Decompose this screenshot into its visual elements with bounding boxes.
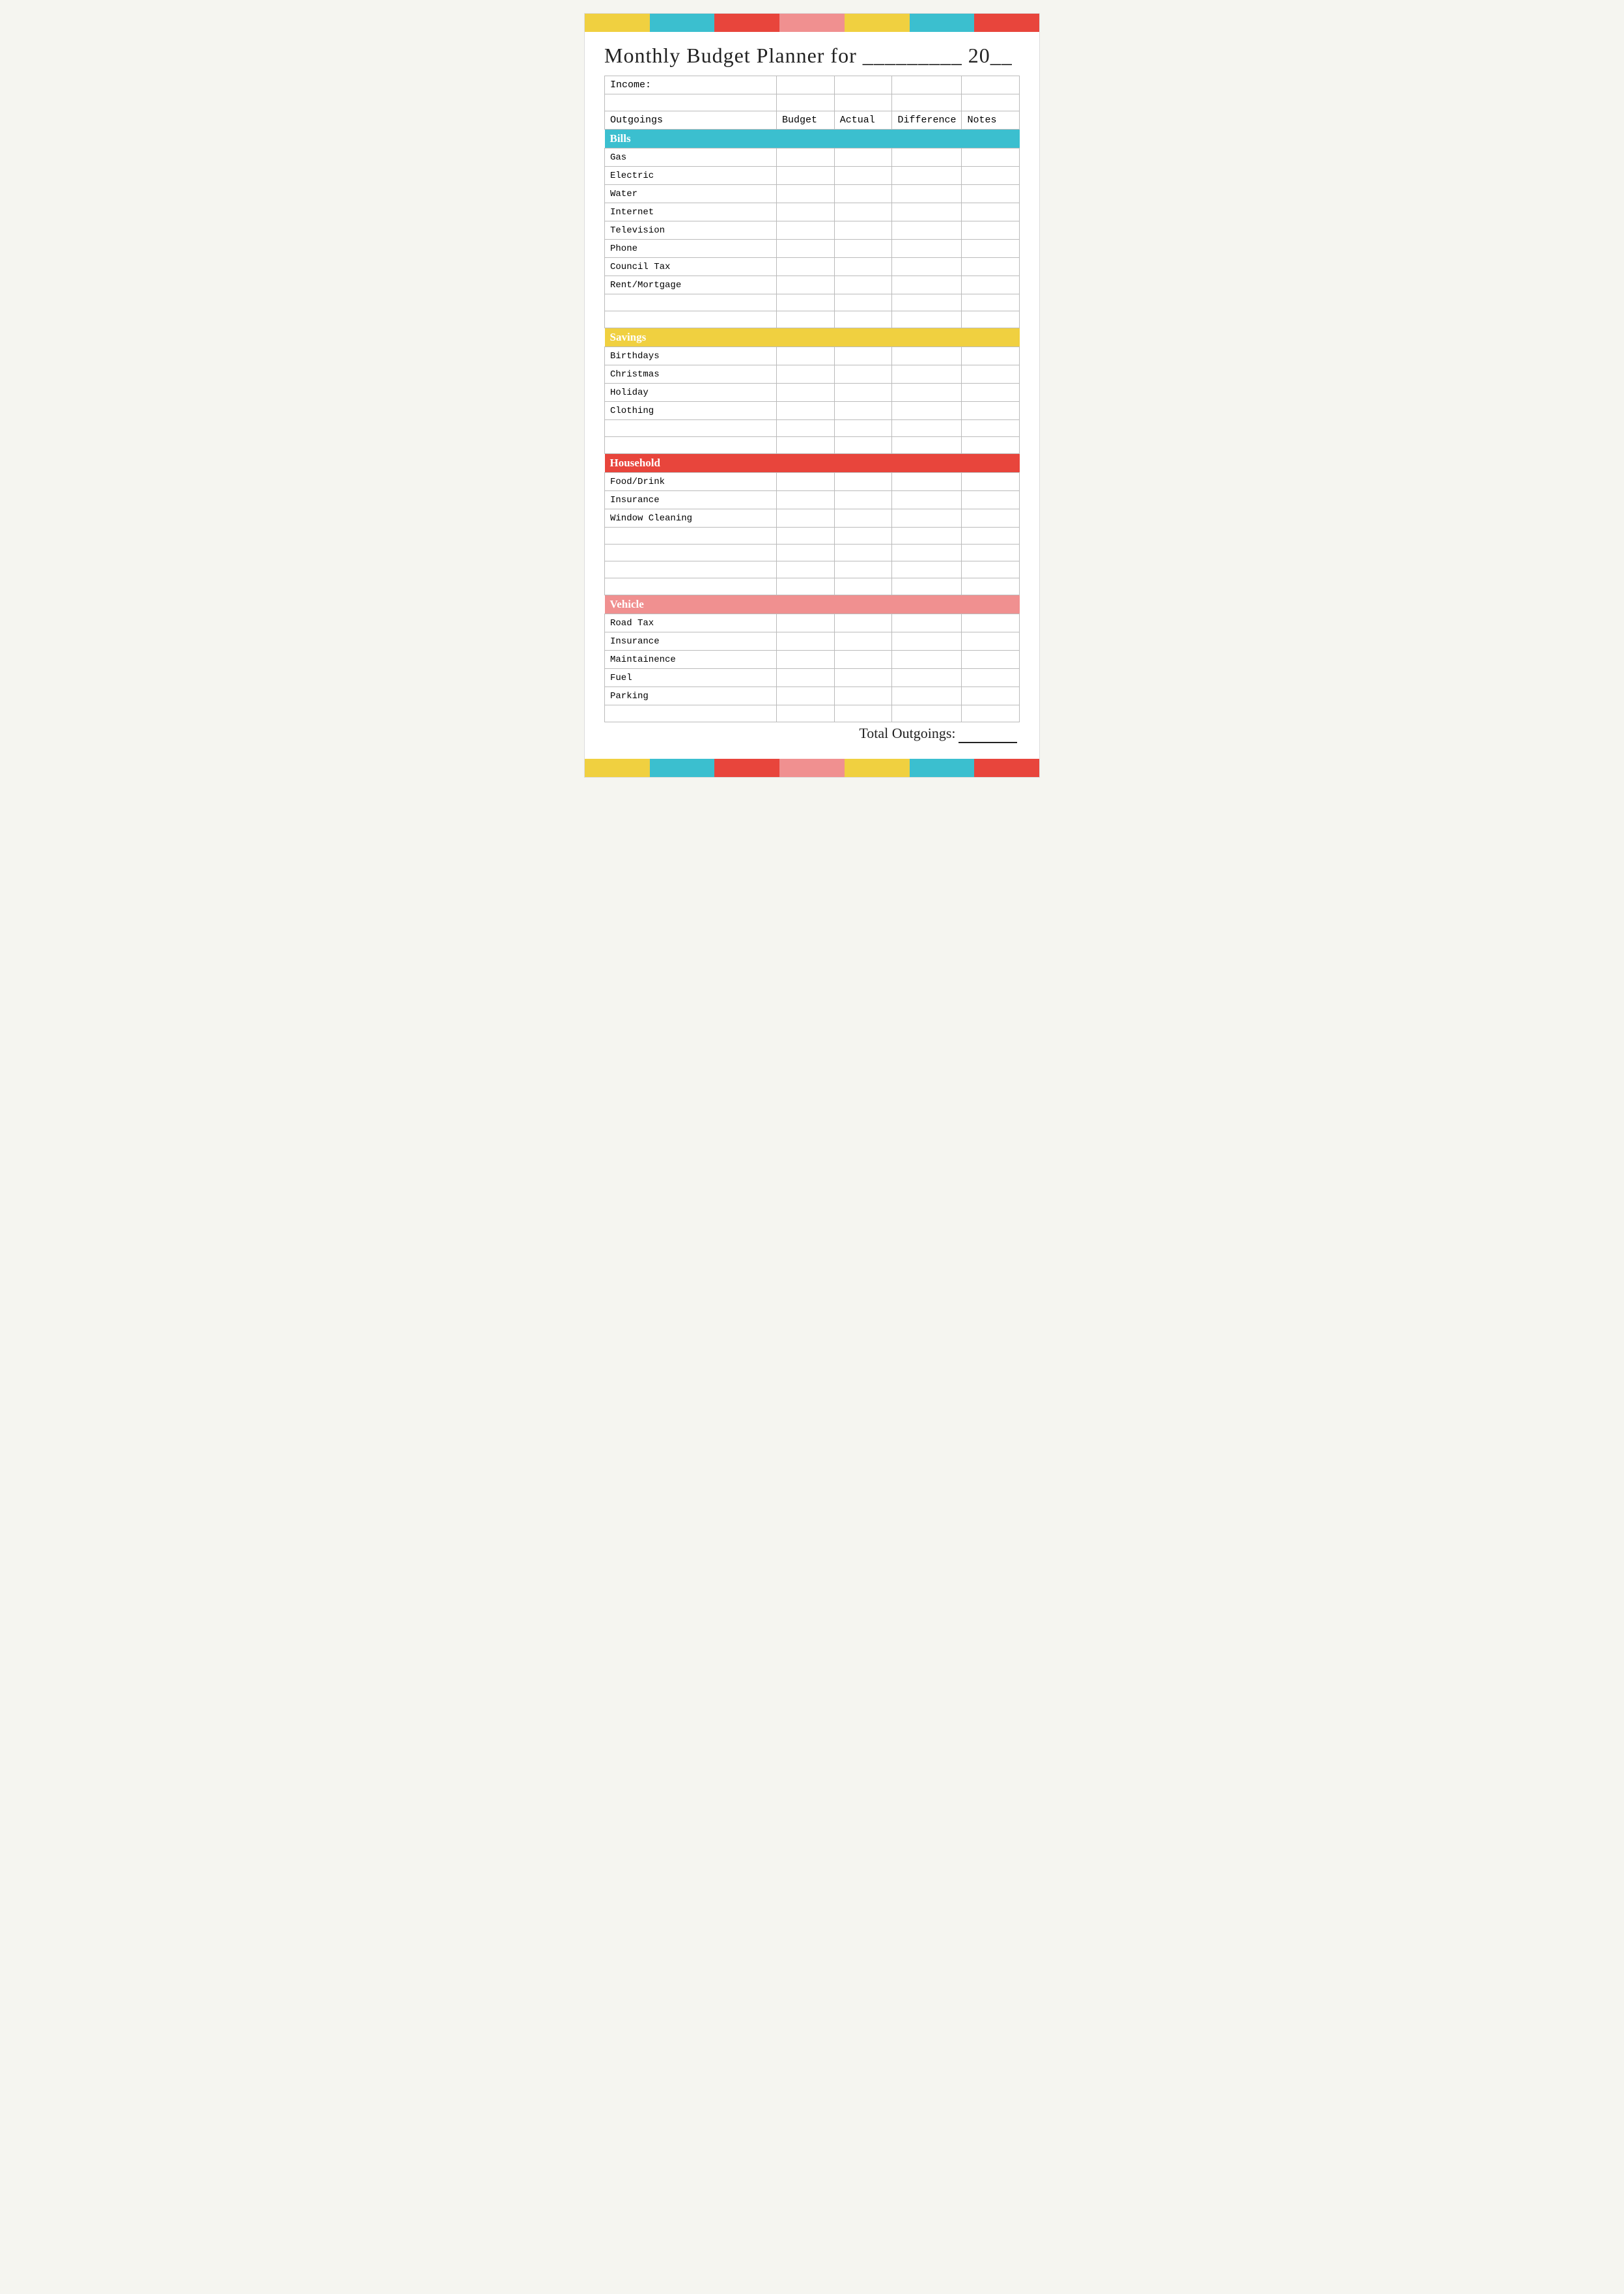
row-parking: Parking <box>605 687 1020 705</box>
row-vehicle-insurance: Insurance <box>605 632 1020 651</box>
label-parking: Parking <box>605 687 777 705</box>
row-clothing: Clothing <box>605 402 1020 420</box>
income-row: Income: <box>605 76 1020 94</box>
row-fuel: Fuel <box>605 669 1020 687</box>
household-empty-4 <box>605 578 1020 595</box>
label-fuel: Fuel <box>605 669 777 687</box>
bills-empty-1 <box>605 294 1020 311</box>
household-empty-2 <box>605 545 1020 561</box>
bar-seg-4 <box>779 14 845 32</box>
top-color-bar <box>585 14 1039 32</box>
savings-label: Savings <box>605 328 1020 347</box>
bar-seg-3 <box>714 14 779 32</box>
row-water: Water <box>605 185 1020 203</box>
label-food-drink: Food/Drink <box>605 473 777 491</box>
total-outgoings-value <box>959 725 1017 743</box>
row-gas: Gas <box>605 149 1020 167</box>
label-window-cleaning: Window Cleaning <box>605 509 777 528</box>
empty-row-1 <box>605 94 1020 111</box>
col-actual: Actual <box>834 111 892 130</box>
row-food-drink: Food/Drink <box>605 473 1020 491</box>
label-clothing: Clothing <box>605 402 777 420</box>
bottom-bar-seg-2 <box>650 759 715 777</box>
row-council-tax: Council Tax <box>605 258 1020 276</box>
bottom-bar-seg-3 <box>714 759 779 777</box>
bar-seg-2 <box>650 14 715 32</box>
label-water: Water <box>605 185 777 203</box>
bills-empty-2 <box>605 311 1020 328</box>
label-holiday: Holiday <box>605 384 777 402</box>
label-phone: Phone <box>605 240 777 258</box>
row-household-insurance: Insurance <box>605 491 1020 509</box>
page-title: Monthly Budget Planner for _________ 20_… <box>604 44 1020 68</box>
section-header-household: Household <box>605 454 1020 473</box>
label-birthdays: Birthdays <box>605 347 777 365</box>
bottom-bar-seg-5 <box>845 759 910 777</box>
label-gas: Gas <box>605 149 777 167</box>
income-notes <box>962 76 1020 94</box>
row-birthdays: Birthdays <box>605 347 1020 365</box>
bar-seg-6 <box>910 14 975 32</box>
row-television: Television <box>605 221 1020 240</box>
row-electric: Electric <box>605 167 1020 185</box>
bottom-bar-seg-1 <box>585 759 650 777</box>
title-area: Monthly Budget Planner for _________ 20_… <box>585 32 1039 76</box>
section-header-vehicle: Vehicle <box>605 595 1020 614</box>
col-outgoings: Outgoings <box>605 111 777 130</box>
row-rent-mortgage: Rent/Mortgage <box>605 276 1020 294</box>
row-phone: Phone <box>605 240 1020 258</box>
bills-label: Bills <box>605 130 1020 149</box>
row-holiday: Holiday <box>605 384 1020 402</box>
row-maintainence: Maintainence <box>605 651 1020 669</box>
col-notes: Notes <box>962 111 1020 130</box>
household-label: Household <box>605 454 1020 473</box>
label-maintainence: Maintainence <box>605 651 777 669</box>
label-christmas: Christmas <box>605 365 777 384</box>
income-diff <box>892 76 962 94</box>
budget-planner-page: Monthly Budget Planner for _________ 20_… <box>584 13 1040 778</box>
bottom-bar-seg-4 <box>779 759 845 777</box>
bottom-bar-seg-7 <box>974 759 1039 777</box>
vehicle-label: Vehicle <box>605 595 1020 614</box>
label-vehicle-insurance: Insurance <box>605 632 777 651</box>
main-content: Income: Outgoings Budget Actual Differen… <box>585 76 1039 759</box>
label-internet: Internet <box>605 203 777 221</box>
total-outgoings-label: Total Outgoings: <box>859 725 1016 741</box>
row-internet: Internet <box>605 203 1020 221</box>
household-empty-1 <box>605 528 1020 545</box>
label-rent-mortgage: Rent/Mortgage <box>605 276 777 294</box>
savings-empty-1 <box>605 420 1020 437</box>
bottom-bar-seg-6 <box>910 759 975 777</box>
column-header-row: Outgoings Budget Actual Difference Notes <box>605 111 1020 130</box>
income-label: Income: <box>605 76 777 94</box>
col-budget: Budget <box>777 111 835 130</box>
vehicle-empty-1 <box>605 705 1020 722</box>
label-television: Television <box>605 221 777 240</box>
income-budget <box>777 76 835 94</box>
income-actual <box>834 76 892 94</box>
budget-table: Income: Outgoings Budget Actual Differen… <box>604 76 1020 746</box>
bottom-color-bar <box>585 759 1039 777</box>
bar-seg-7 <box>974 14 1039 32</box>
section-header-bills: Bills <box>605 130 1020 149</box>
section-header-savings: Savings <box>605 328 1020 347</box>
row-christmas: Christmas <box>605 365 1020 384</box>
col-difference: Difference <box>892 111 962 130</box>
row-window-cleaning: Window Cleaning <box>605 509 1020 528</box>
total-outgoings-row: Total Outgoings: <box>605 722 1020 746</box>
household-empty-3 <box>605 561 1020 578</box>
bar-seg-1 <box>585 14 650 32</box>
row-road-tax: Road Tax <box>605 614 1020 632</box>
savings-empty-2 <box>605 437 1020 454</box>
label-household-insurance: Insurance <box>605 491 777 509</box>
label-electric: Electric <box>605 167 777 185</box>
label-road-tax: Road Tax <box>605 614 777 632</box>
bar-seg-5 <box>845 14 910 32</box>
label-council-tax: Council Tax <box>605 258 777 276</box>
